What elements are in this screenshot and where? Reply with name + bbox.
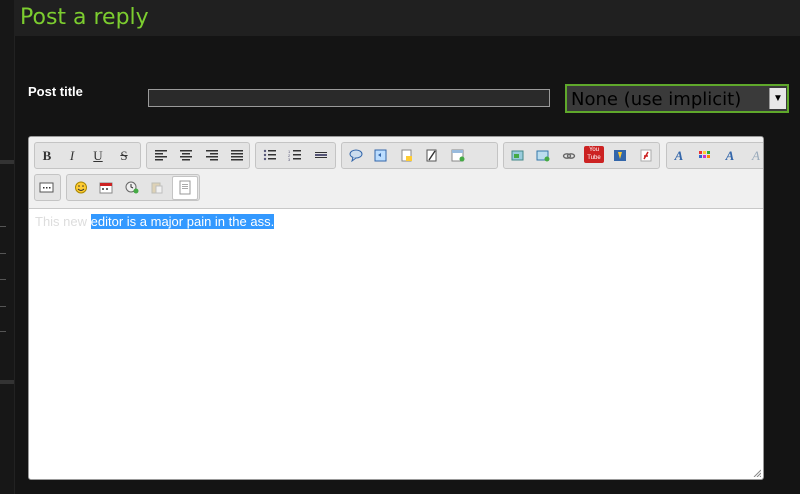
editor-text-unselected: This new bbox=[35, 214, 91, 229]
toolbar-group-text-style: B I U S bbox=[34, 142, 141, 169]
underline-button[interactable]: U bbox=[88, 147, 108, 165]
toolbar-group-more bbox=[34, 174, 61, 201]
align-right-button[interactable] bbox=[202, 147, 222, 165]
strikethrough-button[interactable]: S bbox=[114, 147, 134, 165]
code-icon[interactable] bbox=[371, 147, 391, 165]
toolbar-group-blocks bbox=[341, 142, 498, 169]
toolbar-group-align bbox=[146, 142, 250, 169]
paste-icon[interactable] bbox=[147, 179, 167, 197]
bold-button[interactable]: B bbox=[37, 147, 57, 165]
youtube-icon[interactable]: You Tube bbox=[584, 146, 604, 163]
strip-divider bbox=[0, 380, 14, 384]
flash-icon[interactable] bbox=[636, 147, 656, 165]
post-title-input[interactable] bbox=[148, 89, 550, 107]
emoticon-icon[interactable] bbox=[71, 179, 91, 197]
strip-divider bbox=[0, 160, 14, 164]
svg-text:3: 3 bbox=[288, 157, 291, 161]
quote-icon[interactable] bbox=[346, 147, 366, 165]
numbered-list-button[interactable]: 123 bbox=[285, 147, 305, 165]
rich-text-editor[interactable]: B I U S 123 You Tube A A A This new edit… bbox=[28, 136, 764, 480]
strip-mark bbox=[0, 279, 6, 280]
strip-mark bbox=[0, 331, 6, 332]
horizontal-rule-button[interactable] bbox=[311, 147, 331, 165]
post-icon-select[interactable]: None (use implicit) ▼ bbox=[565, 84, 789, 113]
link-icon[interactable] bbox=[559, 147, 579, 165]
left-side-strip bbox=[0, 0, 15, 494]
toolbar-group-font: A A A bbox=[666, 142, 763, 169]
toolbar-group-media: You Tube bbox=[503, 142, 660, 169]
justify-button[interactable] bbox=[227, 147, 247, 165]
strip-mark bbox=[0, 306, 6, 307]
source-icon[interactable] bbox=[172, 176, 198, 200]
select-value: None (use implicit) bbox=[571, 89, 742, 110]
bullet-list-button[interactable] bbox=[260, 147, 280, 165]
dropdown-arrow-icon[interactable]: ▼ bbox=[769, 88, 786, 109]
align-center-button[interactable] bbox=[176, 147, 196, 165]
strip-mark bbox=[0, 226, 6, 227]
calendar-icon[interactable] bbox=[96, 179, 116, 197]
italic-button[interactable]: I bbox=[62, 147, 82, 165]
toolbar-group-insert bbox=[66, 174, 200, 201]
erase-icon[interactable] bbox=[422, 147, 442, 165]
insert-time-icon[interactable] bbox=[122, 179, 142, 197]
more-icon[interactable] bbox=[37, 179, 57, 197]
post-title-label: Post title bbox=[28, 84, 83, 99]
font-style-icon[interactable]: A bbox=[720, 147, 740, 165]
editor-content-area[interactable]: This new editor is a major pain in the a… bbox=[35, 213, 275, 231]
spoiler-icon[interactable] bbox=[397, 147, 417, 165]
image-upload-icon[interactable] bbox=[533, 147, 553, 165]
page-title: Post a reply bbox=[20, 5, 149, 30]
strip-mark bbox=[0, 253, 6, 254]
remove-format-icon[interactable]: A bbox=[746, 147, 763, 165]
resize-handle-icon[interactable] bbox=[753, 469, 761, 477]
color-icon[interactable] bbox=[694, 147, 714, 165]
editor-toolbar: B I U S 123 You Tube A A A bbox=[29, 137, 763, 209]
header-bar: Post a reply bbox=[14, 0, 800, 36]
table-icon[interactable] bbox=[448, 147, 468, 165]
font-icon[interactable]: A bbox=[669, 147, 689, 165]
editor-text-selected: editor is a major pain in the ass. bbox=[90, 214, 275, 229]
toolbar-group-lists: 123 bbox=[255, 142, 336, 169]
flash-swf-icon[interactable] bbox=[610, 147, 630, 165]
image-icon[interactable] bbox=[508, 147, 528, 165]
align-left-button[interactable] bbox=[151, 147, 171, 165]
